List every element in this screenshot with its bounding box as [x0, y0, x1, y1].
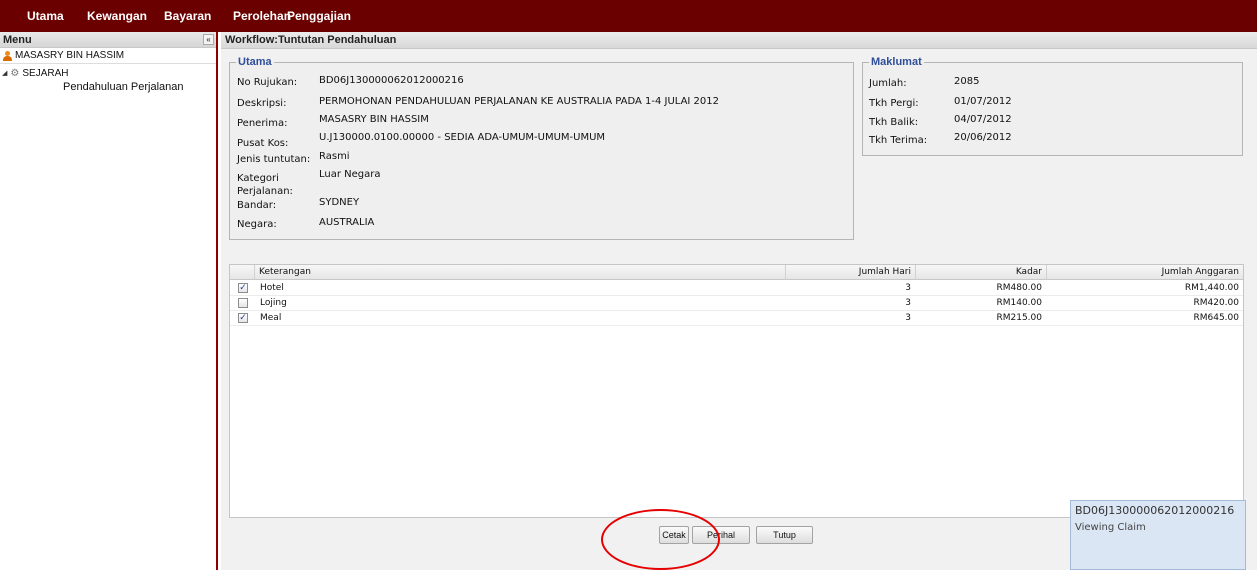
tkh-balik-label: Tkh Balik:: [869, 117, 919, 128]
sidebar: Menu « MASASRY BIN HASSIM ◢ ⚙ SEJARAH Pe…: [0, 32, 218, 570]
row-checkbox[interactable]: ✓: [238, 283, 248, 293]
tree-node-sejarah[interactable]: ◢ ⚙ SEJARAH: [0, 67, 216, 79]
tkh-pergi-value: 01/07/2012: [954, 96, 1012, 107]
nav-utama[interactable]: Utama: [27, 9, 64, 23]
sidebar-header: Menu «: [0, 32, 216, 48]
perihal-button[interactable]: Perihal: [692, 526, 750, 544]
utama-legend: Utama: [238, 56, 272, 68]
pusat-kos-value: U.J130000.0100.00000 - SEDIA ADA-UMUM-UM…: [319, 132, 606, 143]
cell-kadar: RM215.00: [996, 313, 1042, 323]
maklumat-legend: Maklumat: [871, 56, 922, 68]
row-checkbox[interactable]: ✓: [238, 313, 248, 323]
penerima-value: MASASRY BIN HASSIM: [319, 114, 429, 125]
bandar-value: SYDNEY: [319, 197, 360, 208]
top-nav-bar: Utama Kewangan Bayaran Perolehan Penggaj…: [0, 0, 1257, 32]
cell-jumlah-anggaran: RM1,440.00: [1184, 283, 1239, 293]
cell-keterangan: Meal: [260, 313, 282, 323]
tkh-terima-label: Tkh Terima:: [869, 135, 928, 146]
jenis-tuntutan-value: Rasmi: [319, 151, 350, 162]
cell-kadar: RM140.00: [996, 298, 1042, 308]
cell-keterangan: Hotel: [260, 283, 284, 293]
table-row[interactable]: ✓ Hotel 3 RM480.00 RM1,440.00: [230, 281, 1243, 296]
tutup-button[interactable]: Tutup: [756, 526, 813, 544]
toast-subtitle: Viewing Claim: [1075, 522, 1146, 533]
tree-node-pendahuluan-perjalanan[interactable]: Pendahuluan Perjalanan: [0, 81, 216, 93]
collapse-sidebar-icon[interactable]: «: [203, 34, 214, 45]
no-rujukan-label: No Rujukan:: [237, 77, 298, 88]
deskripsi-value: PERMOHONAN PENDAHULUAN PERJALANAN KE AUS…: [319, 96, 719, 107]
cell-jumlah-hari: 3: [905, 313, 911, 323]
allowance-grid: Keterangan Jumlah Hari Kadar Jumlah Angg…: [229, 264, 1244, 518]
kategori-perjalanan-value: Luar Negara: [319, 169, 381, 180]
tree-node-label: SEJARAH: [22, 67, 69, 79]
kategori-perjalanan-label: Kategori Perjalanan:: [237, 173, 293, 197]
tkh-terima-value: 20/06/2012: [954, 132, 1012, 143]
nav-kewangan[interactable]: Kewangan: [87, 9, 147, 23]
jenis-tuntutan-label: Jenis tuntutan:: [237, 154, 311, 165]
expand-arrow-icon[interactable]: ◢: [2, 69, 7, 77]
nav-perolehan[interactable]: Perolehan: [233, 9, 291, 23]
current-user: MASASRY BIN HASSIM: [0, 48, 216, 64]
bandar-label: Bandar:: [237, 200, 277, 211]
cell-jumlah-anggaran: RM420.00: [1193, 298, 1239, 308]
no-rujukan-value: BD06J130000062012000216: [319, 75, 464, 86]
header-kadar[interactable]: Kadar: [915, 265, 1046, 280]
gear-icon: ⚙: [10, 67, 20, 79]
cell-jumlah-hari: 3: [905, 283, 911, 293]
nav-penggajian[interactable]: Penggajian: [287, 9, 351, 23]
header-jumlah-hari[interactable]: Jumlah Hari: [785, 265, 915, 280]
cell-jumlah-anggaran: RM645.00: [1193, 313, 1239, 323]
header-jumlah-anggaran[interactable]: Jumlah Anggaran: [1046, 265, 1243, 280]
header-checkbox-column: [230, 265, 254, 280]
header-keterangan[interactable]: Keterangan: [254, 265, 785, 280]
cell-jumlah-hari: 3: [905, 298, 911, 308]
negara-value: AUSTRALIA: [319, 217, 375, 228]
user-icon: [2, 50, 12, 61]
nav-bayaran[interactable]: Bayaran: [164, 9, 211, 23]
table-row[interactable]: ✓ Meal 3 RM215.00 RM645.00: [230, 311, 1243, 326]
page-title: Workflow:Tuntutan Pendahuluan: [221, 32, 1257, 49]
table-row[interactable]: Lojing 3 RM140.00 RM420.00: [230, 296, 1243, 311]
row-checkbox[interactable]: [238, 298, 248, 308]
jumlah-value: 2085: [954, 76, 980, 87]
cell-kadar: RM480.00: [996, 283, 1042, 293]
user-name: MASASRY BIN HASSIM: [15, 49, 125, 61]
tkh-pergi-label: Tkh Pergi:: [869, 98, 919, 109]
negara-label: Negara:: [237, 219, 277, 230]
grid-header: Keterangan Jumlah Hari Kadar Jumlah Angg…: [230, 265, 1243, 280]
penerima-label: Penerima:: [237, 118, 288, 129]
toast-title: BD06J130000062012000216: [1075, 504, 1235, 517]
cetak-button[interactable]: Cetak: [659, 526, 689, 544]
jumlah-label: Jumlah:: [869, 78, 907, 89]
deskripsi-label: Deskripsi:: [237, 98, 287, 109]
tkh-balik-value: 04/07/2012: [954, 114, 1012, 125]
sidebar-title: Menu: [3, 34, 32, 46]
pusat-kos-label: Pusat Kos:: [237, 138, 289, 149]
notification-toast[interactable]: BD06J130000062012000216 Viewing Claim: [1070, 500, 1246, 570]
cell-keterangan: Lojing: [260, 298, 287, 308]
